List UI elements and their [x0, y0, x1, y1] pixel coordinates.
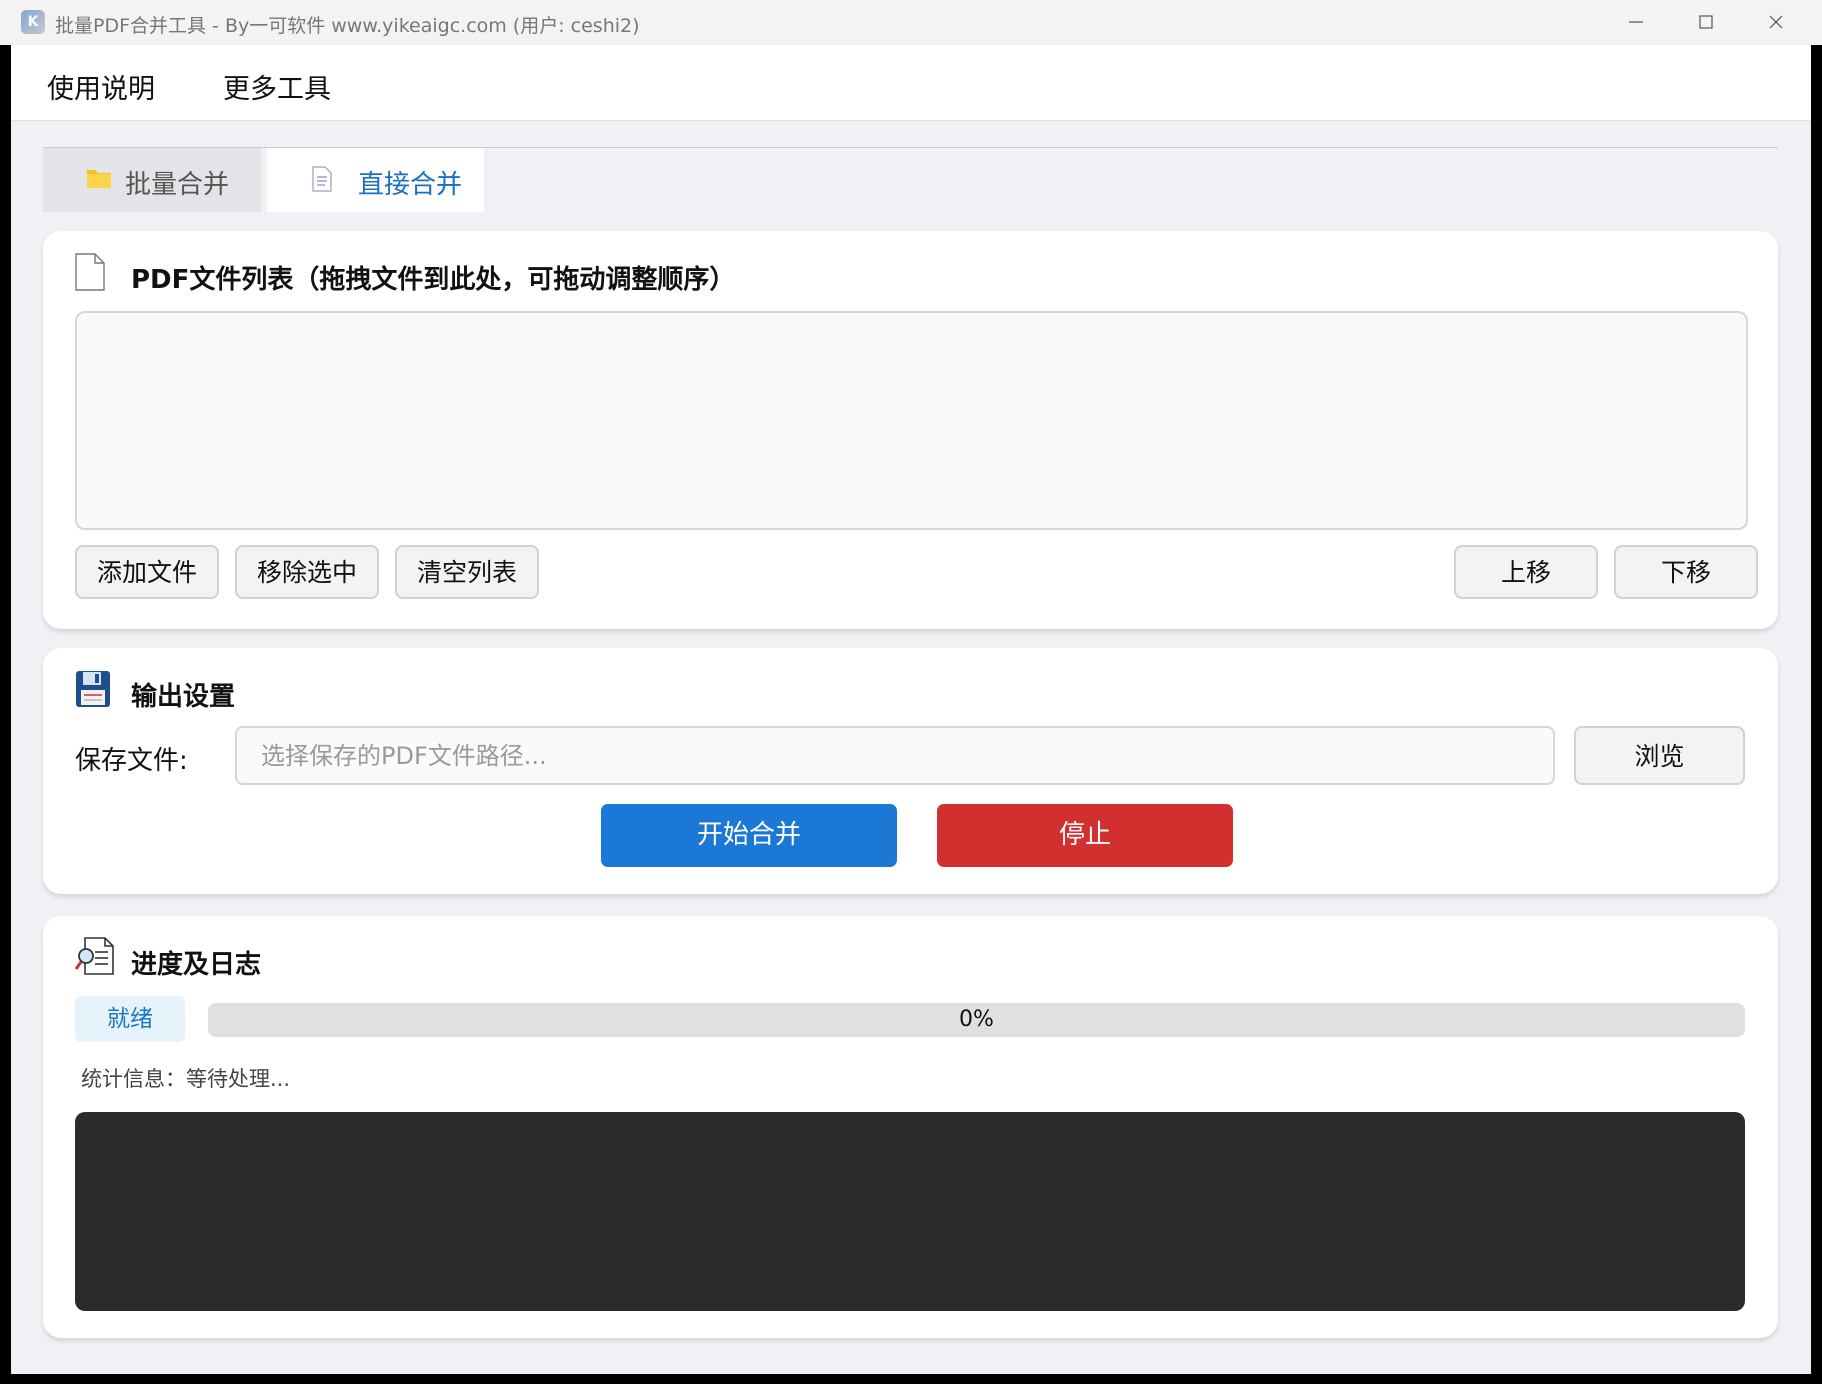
app-logo-icon: K [21, 10, 45, 34]
file-list-panel: PDF文件列表（拖拽文件到此处，可拖动调整顺序） 添加文件 移除选中 清空列表 … [43, 231, 1778, 629]
window-title: 批量PDF合并工具 - By一可软件 www.yikeaigc.com (用户:… [55, 15, 640, 37]
file-list-title: PDF文件列表（拖拽文件到此处，可拖动调整顺序） [131, 265, 736, 295]
file-icon [75, 253, 105, 291]
menu-item-more-tools[interactable]: 更多工具 [223, 67, 331, 106]
output-settings-panel: 输出设置 保存文件: 浏览 开始合并 停止 [43, 648, 1778, 894]
folder-icon [87, 170, 111, 188]
log-search-icon [75, 937, 114, 975]
browse-button[interactable]: 浏览 [1574, 726, 1745, 785]
progress-log-title: 进度及日志 [131, 950, 262, 980]
close-icon [1769, 15, 1783, 29]
tab-batch-merge-label: 批量合并 [125, 170, 230, 200]
close-button[interactable] [1741, 0, 1811, 45]
progress-percent-text: 0% [959, 1007, 994, 1032]
menu-bar: 使用说明 更多工具 [11, 45, 1811, 121]
clear-list-button[interactable]: 清空列表 [395, 545, 539, 599]
app-window: 使用说明 更多工具 批量合并 直接合并 PDF文件列表（拖拽文件到此处，可拖动调… [11, 45, 1811, 1374]
tab-direct-merge-label: 直接合并 [358, 170, 463, 200]
start-merge-button[interactable]: 开始合并 [601, 804, 897, 867]
remove-selected-button[interactable]: 移除选中 [235, 545, 379, 599]
minimize-icon [1629, 21, 1643, 23]
maximize-button[interactable] [1671, 0, 1741, 45]
status-badge: 就绪 [75, 996, 185, 1042]
title-bar: K 批量PDF合并工具 - By一可软件 www.yikeaigc.com (用… [0, 0, 1822, 45]
statistics-text: 统计信息：等待处理... [81, 1067, 291, 1091]
tab-batch-merge[interactable]: 批量合并 [43, 148, 261, 212]
save-file-label: 保存文件: [75, 746, 188, 776]
menu-item-usage[interactable]: 使用说明 [47, 67, 155, 106]
document-icon [312, 166, 332, 192]
add-files-button[interactable]: 添加文件 [75, 545, 219, 599]
output-settings-title: 输出设置 [131, 682, 236, 712]
move-up-button[interactable]: 上移 [1454, 545, 1598, 599]
minimize-button[interactable] [1601, 0, 1671, 45]
move-down-button[interactable]: 下移 [1614, 545, 1758, 599]
maximize-icon [1699, 15, 1713, 29]
floppy-disk-icon [76, 671, 110, 707]
progress-bar: 0% [208, 1003, 1745, 1037]
progress-log-panel: 进度及日志 就绪 0% 统计信息：等待处理... [43, 916, 1778, 1338]
pdf-file-list[interactable] [75, 311, 1748, 530]
save-path-input[interactable] [235, 726, 1555, 785]
stop-button[interactable]: 停止 [937, 804, 1233, 867]
tab-direct-merge[interactable]: 直接合并 [267, 148, 484, 212]
log-output[interactable] [75, 1112, 1745, 1311]
